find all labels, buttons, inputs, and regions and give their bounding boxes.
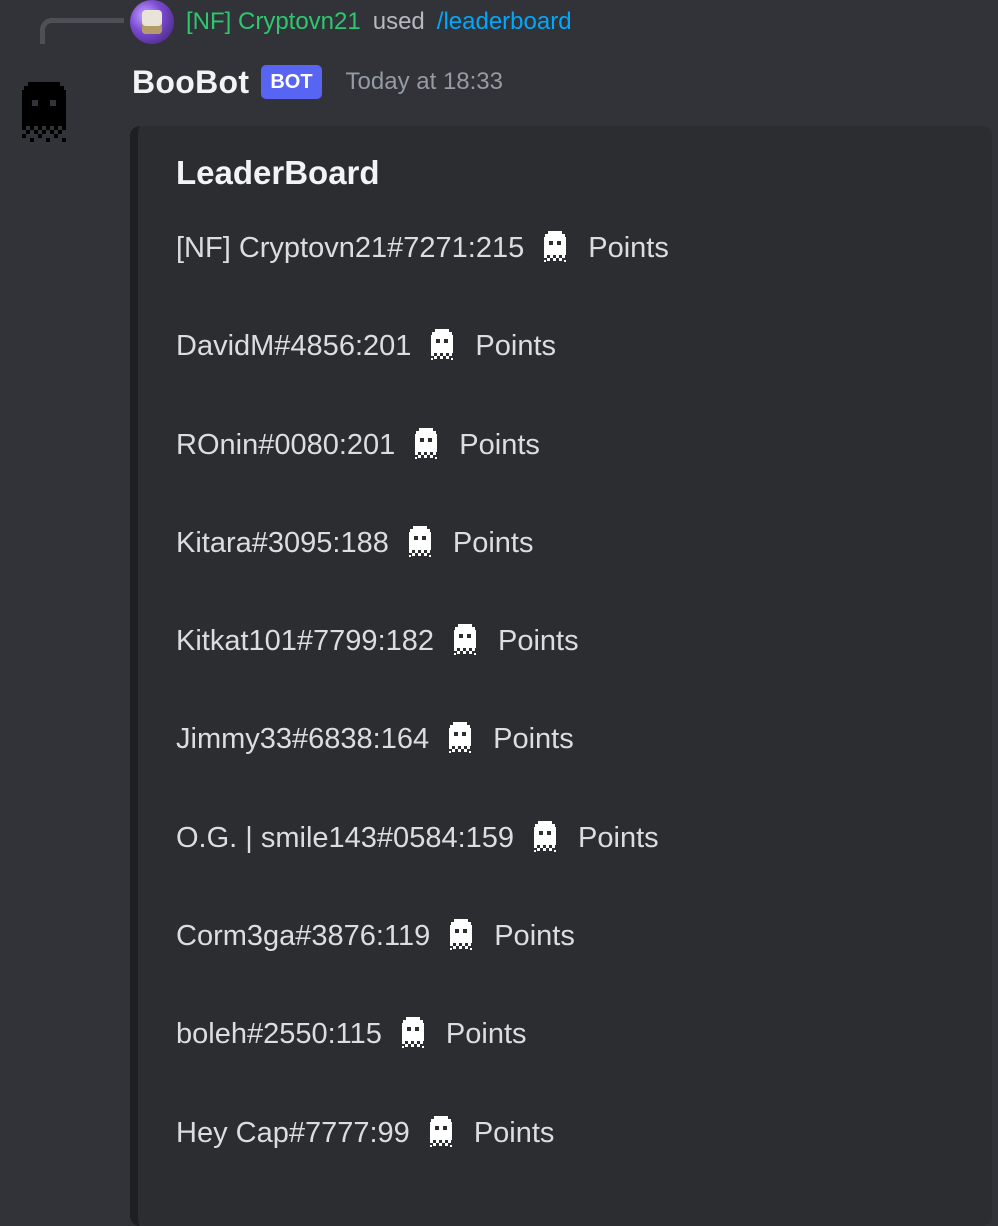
embed-title: LeaderBoard xyxy=(176,154,380,191)
entry-separator: : xyxy=(457,821,466,854)
entry-score: 201 xyxy=(346,428,396,461)
entry-separator: : xyxy=(377,625,386,658)
entry-score: 215 xyxy=(475,232,525,264)
leaderboard-entry: Kitara#3095:188 Points xyxy=(176,521,669,619)
leaderboard-embed: LeaderBoard [NF] Cryptovn21#7271:215 Poi… xyxy=(130,126,992,1226)
reply-spine xyxy=(40,18,124,44)
leaderboard-entry: boleh#2550:115 Points xyxy=(176,1012,669,1110)
leaderboard-entry: ROnin#0080:201 Points xyxy=(176,423,669,521)
entry-score: 159 xyxy=(465,821,515,854)
entry-separator: : xyxy=(327,1018,336,1051)
entry-separator: : xyxy=(467,232,476,264)
leaderboard-entry: Corm3ga#3876:119 Points xyxy=(176,914,669,1012)
entry-points-label: Points xyxy=(493,723,574,756)
entry-points-label: Points xyxy=(494,920,575,953)
ghost-icon xyxy=(429,329,455,361)
ghost-icon xyxy=(532,820,558,853)
entry-separator: : xyxy=(375,920,384,953)
leaderboard-entry: Kitkat101#7799:182 Points xyxy=(176,619,669,717)
ghost-icon xyxy=(407,525,433,558)
ghost-icon xyxy=(448,919,474,951)
entry-separator: : xyxy=(338,428,347,461)
command-reply-context[interactable]: [NF] Cryptovn21 used /leaderboard xyxy=(130,0,572,44)
entry-separator: : xyxy=(354,330,364,363)
entry-points-label: Points xyxy=(578,821,659,854)
ghost-icon xyxy=(452,624,478,656)
entry-name: ROnin#0080 xyxy=(176,428,339,461)
entry-name: Kitara#3095 xyxy=(176,526,333,559)
entry-points-label: Points xyxy=(452,526,534,559)
leaderboard-entry: Jimmy33#6838:164 Points xyxy=(176,717,669,815)
ghost-icon xyxy=(400,1017,426,1049)
message-header: BooBot BOT Today at 18:33 xyxy=(132,58,503,106)
entry-score: 201 xyxy=(363,330,412,363)
reply-username[interactable]: [NF] Cryptovn21 xyxy=(186,8,361,36)
entry-name: boleh#2550 xyxy=(176,1018,328,1051)
ghost-icon xyxy=(428,1115,454,1148)
message-timestamp[interactable]: Today at 18:33 xyxy=(346,68,503,96)
leaderboard-entry: [NF] Cryptovn21#7271:215 Points xyxy=(176,226,669,324)
entry-score: 99 xyxy=(377,1116,410,1149)
entry-separator: : xyxy=(372,723,381,756)
leaderboard-entry: Hey Cap#7777:99 Points xyxy=(176,1111,669,1209)
entry-name: DavidM#4856 xyxy=(176,330,355,363)
entry-name: [NF] Cryptovn21#7271 xyxy=(176,232,468,264)
reply-command[interactable]: /leaderboard xyxy=(437,8,572,36)
ghost-icon xyxy=(413,427,439,460)
entry-points-label: Points xyxy=(445,1018,527,1051)
entry-name: Jimmy33#6838 xyxy=(176,723,373,756)
leaderboard-entry: DavidM#4856:201 Points xyxy=(176,324,669,422)
ghost-icon xyxy=(447,722,473,754)
entry-name: O.G. | smile143#0584 xyxy=(176,821,458,854)
entry-points-label: Points xyxy=(498,625,579,658)
entry-name: Hey Cap#7777 xyxy=(176,1116,370,1149)
entry-name: Kitkat101#7799 xyxy=(176,625,378,658)
entry-points-label: Points xyxy=(475,330,557,363)
entry-points-label: Points xyxy=(459,428,540,461)
entry-score: 164 xyxy=(380,723,430,756)
leaderboard-list: [NF] Cryptovn21#7271:215 Points DavidM#4… xyxy=(176,226,669,1209)
entry-points-label: Points xyxy=(588,232,669,264)
bot-username[interactable]: BooBot xyxy=(132,64,249,101)
ghost-icon xyxy=(542,231,568,263)
entry-name: Corm3ga#3876 xyxy=(176,920,376,953)
leaderboard-entry: O.G. | smile143#0584:159 Points xyxy=(176,816,669,914)
reply-user-avatar[interactable] xyxy=(130,0,174,44)
entry-separator: : xyxy=(332,526,341,559)
entry-separator: : xyxy=(369,1116,378,1149)
bot-tag-badge: BOT xyxy=(261,65,322,99)
entry-score: 115 xyxy=(335,1018,382,1051)
bot-avatar[interactable] xyxy=(18,80,70,144)
entry-score: 182 xyxy=(385,625,435,658)
entry-points-label: Points xyxy=(473,1116,555,1149)
entry-score: 188 xyxy=(340,526,389,559)
entry-score: 119 xyxy=(383,920,431,953)
reply-used-text: used xyxy=(372,8,425,35)
